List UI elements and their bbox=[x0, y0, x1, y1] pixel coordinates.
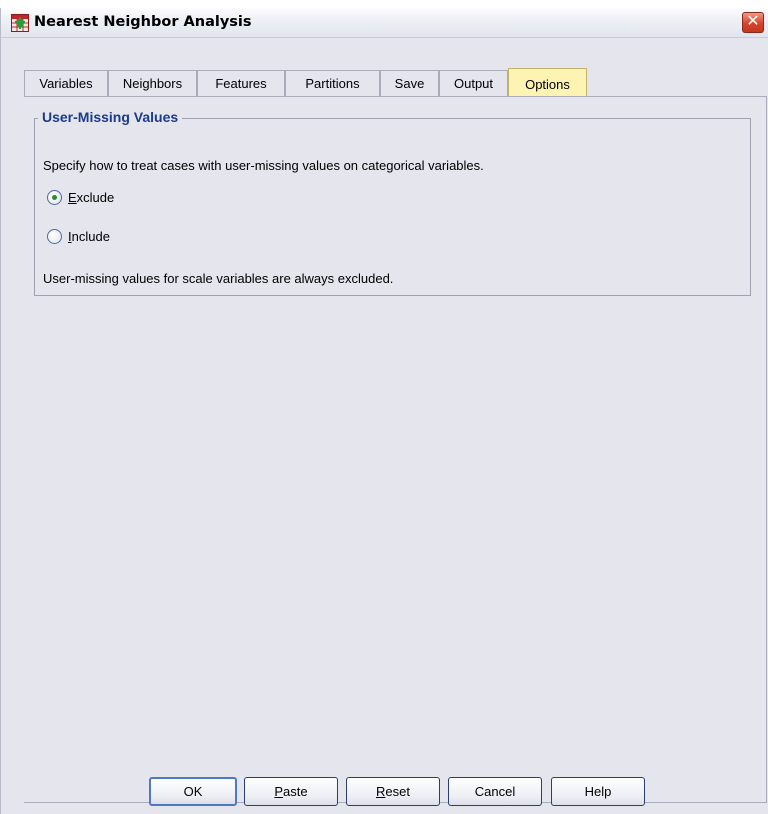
tab-variables[interactable]: Variables bbox=[24, 70, 108, 96]
tab-neighbors[interactable]: Neighbors bbox=[108, 70, 197, 96]
tab-divider bbox=[24, 96, 767, 97]
user-missing-groupbox bbox=[34, 118, 751, 296]
title-bar[interactable]: Nearest Neighbor Analysis ✕ bbox=[1, 8, 768, 38]
dialog-window: Nearest Neighbor Analysis ✕ Variables Ne… bbox=[0, 8, 768, 814]
panel-border-right bbox=[766, 96, 767, 802]
help-button[interactable]: Help bbox=[551, 777, 645, 806]
close-button[interactable]: ✕ bbox=[742, 12, 764, 33]
radio-unselected-icon[interactable] bbox=[47, 229, 62, 244]
tab-features[interactable]: Features bbox=[197, 70, 285, 96]
reset-button[interactable]: Reset bbox=[346, 777, 440, 806]
description-text: Specify how to treat cases with user-mis… bbox=[43, 158, 484, 173]
include-label: Include bbox=[68, 229, 110, 244]
cancel-button[interactable]: Cancel bbox=[448, 777, 542, 806]
tab-partitions[interactable]: Partitions bbox=[285, 70, 380, 96]
window-title: Nearest Neighbor Analysis bbox=[34, 14, 252, 30]
paste-button[interactable]: Paste bbox=[244, 777, 338, 806]
tab-options[interactable]: Options bbox=[508, 68, 587, 97]
tab-output[interactable]: Output bbox=[439, 70, 508, 96]
group-title: User-Missing Values bbox=[38, 109, 183, 125]
ok-button[interactable]: OK bbox=[149, 777, 237, 806]
tab-save[interactable]: Save bbox=[380, 70, 439, 96]
exclude-label: Exclude bbox=[68, 190, 115, 205]
tab-bar: Variables Neighbors Features Partitions … bbox=[24, 68, 767, 97]
radio-selected-icon[interactable] bbox=[47, 190, 62, 205]
close-icon: ✕ bbox=[746, 13, 760, 30]
scale-note-text: User-missing values for scale variables … bbox=[43, 271, 394, 286]
app-table-icon bbox=[11, 14, 29, 32]
